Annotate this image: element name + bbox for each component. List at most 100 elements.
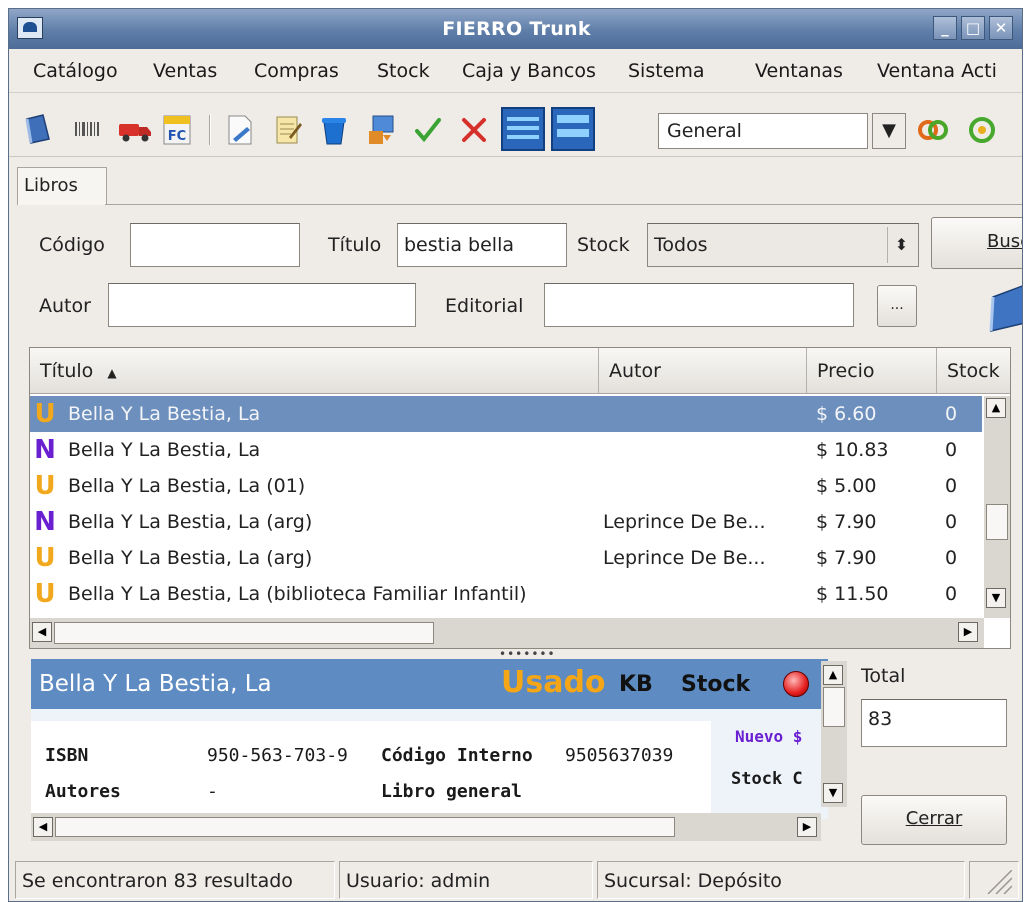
- book-icon[interactable]: [21, 113, 53, 145]
- menu-catalogo[interactable]: Catálogo: [33, 60, 118, 82]
- invoice-icon[interactable]: FC: [161, 113, 193, 145]
- col-header-titulo[interactable]: Título ▲: [30, 348, 599, 394]
- table-row[interactable]: N Bella Y La Bestia, La $ 10.83 0: [30, 432, 982, 468]
- row-titulo: Bella Y La Bestia, La: [68, 403, 261, 425]
- check-icon[interactable]: [411, 113, 443, 145]
- cerrar-button[interactable]: Cerrar: [861, 795, 1007, 845]
- new-badge-icon: N: [34, 507, 56, 537]
- stock-label: Stock: [577, 234, 630, 256]
- close-button[interactable]: ✕: [989, 16, 1013, 40]
- scroll-thumb[interactable]: [55, 817, 675, 837]
- target-icon[interactable]: [967, 115, 999, 147]
- titulo-input[interactable]: bestia bella: [397, 223, 567, 267]
- buscar-label: Busc: [987, 231, 1022, 252]
- results-table: Título ▲ Autor Precio Stock U Bella Y La…: [29, 347, 1011, 649]
- new-badge-icon: N: [34, 435, 56, 465]
- detail-card: [31, 721, 711, 815]
- codigo-label: Código: [39, 234, 105, 256]
- scroll-thumb[interactable]: [54, 622, 434, 644]
- menu-ventas[interactable]: Ventas: [153, 60, 217, 82]
- title-bar[interactable]: FIERRO Trunk _ □ ✕: [9, 9, 1022, 49]
- row-autor: Leprince De Be...: [603, 511, 766, 533]
- cancel-icon[interactable]: [457, 113, 489, 145]
- maximize-button[interactable]: □: [961, 16, 985, 40]
- scroll-up-icon[interactable]: ▲: [823, 665, 843, 685]
- menu-compras[interactable]: Compras: [254, 60, 339, 82]
- total-label: Total: [861, 665, 906, 687]
- editorial-browse-button[interactable]: ...: [877, 285, 917, 327]
- scroll-left-icon[interactable]: ◀: [33, 817, 53, 837]
- scroll-thumb[interactable]: [823, 687, 845, 727]
- table-row[interactable]: U Bella Y La Bestia, La (biblioteca Fami…: [30, 576, 982, 612]
- chevron-down-icon[interactable]: ▼: [872, 113, 906, 149]
- row-precio: $ 7.90: [816, 547, 877, 569]
- autores-value: -: [207, 781, 218, 802]
- table-row[interactable]: U Bella Y La Bestia, La (01) $ 5.00 0: [30, 468, 982, 504]
- status-sucursal: Sucursal: Depósito: [597, 861, 965, 899]
- col-header-precio[interactable]: Precio: [807, 348, 937, 394]
- isbn-value: 950-563-703-9: [207, 745, 348, 766]
- col-header-titulo-label: Título: [40, 360, 94, 382]
- results-horizontal-scrollbar[interactable]: ◀ ▶: [30, 618, 984, 648]
- barcode-icon[interactable]: [71, 113, 103, 145]
- bin-icon[interactable]: [317, 113, 349, 145]
- used-badge-icon: U: [34, 471, 56, 501]
- results-vertical-scrollbar[interactable]: ▲ ▼: [984, 396, 1010, 618]
- detail-horizontal-scrollbar[interactable]: ◀ ▶: [31, 813, 821, 841]
- view-combo[interactable]: General: [658, 113, 868, 149]
- report-icon[interactable]: [365, 113, 397, 145]
- link-icon[interactable]: [917, 117, 949, 149]
- used-badge-icon: U: [34, 543, 56, 573]
- col-header-stock[interactable]: Stock: [937, 348, 1010, 394]
- row-titulo: Bella Y La Bestia, La (arg): [68, 511, 313, 533]
- table-row[interactable]: U Bella Y La Bestia, La (arg) Leprince D…: [30, 540, 982, 576]
- status-results: Se encontraron 83 resultado: [15, 861, 335, 899]
- libro-general-label: Libro general: [381, 781, 522, 802]
- scroll-down-icon[interactable]: ▼: [823, 783, 843, 803]
- autor-input[interactable]: [108, 283, 416, 327]
- buscar-button[interactable]: Busc: [931, 217, 1022, 269]
- resize-grip-icon[interactable]: [969, 861, 1019, 899]
- tab-libros[interactable]: Libros: [17, 167, 107, 205]
- used-badge-icon: U: [34, 399, 56, 429]
- table-row[interactable]: N Bella Y La Bestia, La (arg) Leprince D…: [30, 504, 982, 540]
- table-row[interactable]: U Bella Y La Bestia, La $ 6.60 0: [30, 396, 982, 432]
- scroll-down-icon[interactable]: ▼: [986, 588, 1006, 608]
- used-badge-icon: U: [34, 579, 56, 609]
- lines-icon[interactable]: [501, 107, 545, 151]
- editorial-input[interactable]: [544, 283, 854, 327]
- isbn-label: ISBN: [45, 745, 89, 766]
- book-large-icon: [985, 279, 1022, 333]
- scroll-left-icon[interactable]: ◀: [32, 622, 52, 642]
- menu-stock[interactable]: Stock: [377, 60, 430, 82]
- minimize-button[interactable]: _: [933, 16, 957, 40]
- autor-label: Autor: [39, 295, 91, 317]
- col-header-autor[interactable]: Autor: [599, 348, 807, 394]
- document-icon[interactable]: [223, 113, 255, 145]
- row-stock: 0: [945, 475, 958, 497]
- menu-ventanas[interactable]: Ventanas: [755, 60, 843, 82]
- autores-label: Autores: [45, 781, 121, 802]
- stock-select[interactable]: Todos: [647, 223, 919, 267]
- updown-icon[interactable]: ⬍: [887, 227, 915, 263]
- scroll-up-icon[interactable]: ▲: [986, 398, 1006, 418]
- codigo-input[interactable]: [130, 223, 300, 267]
- detail-header: Bella Y La Bestia, La Usado KB Stock: [31, 659, 828, 709]
- scroll-thumb[interactable]: [986, 504, 1008, 540]
- scroll-right-icon[interactable]: ▶: [797, 817, 817, 837]
- truck-icon[interactable]: [117, 113, 151, 145]
- detail-title: Bella Y La Bestia, La: [39, 671, 272, 697]
- detail-vertical-scrollbar[interactable]: ▲ ▼: [821, 661, 847, 807]
- editorial-label: Editorial: [445, 295, 524, 317]
- scroll-right-icon[interactable]: ▶: [958, 622, 978, 642]
- row-titulo: Bella Y La Bestia, La (biblioteca Famili…: [68, 583, 527, 605]
- menu-caja-bancos[interactable]: Caja y Bancos: [462, 60, 596, 82]
- notepad-icon[interactable]: [271, 113, 303, 145]
- status-bar: Se encontraron 83 resultado Usuario: adm…: [9, 859, 1022, 901]
- total-value: 83: [861, 699, 1007, 747]
- menu-sistema[interactable]: Sistema: [628, 60, 705, 82]
- menu-ventana-activa[interactable]: Ventana Acti: [877, 60, 997, 82]
- sort-ascending-icon: ▲: [107, 366, 117, 380]
- lines-alt-icon[interactable]: [551, 107, 595, 151]
- row-autor: Leprince De Be...: [603, 547, 766, 569]
